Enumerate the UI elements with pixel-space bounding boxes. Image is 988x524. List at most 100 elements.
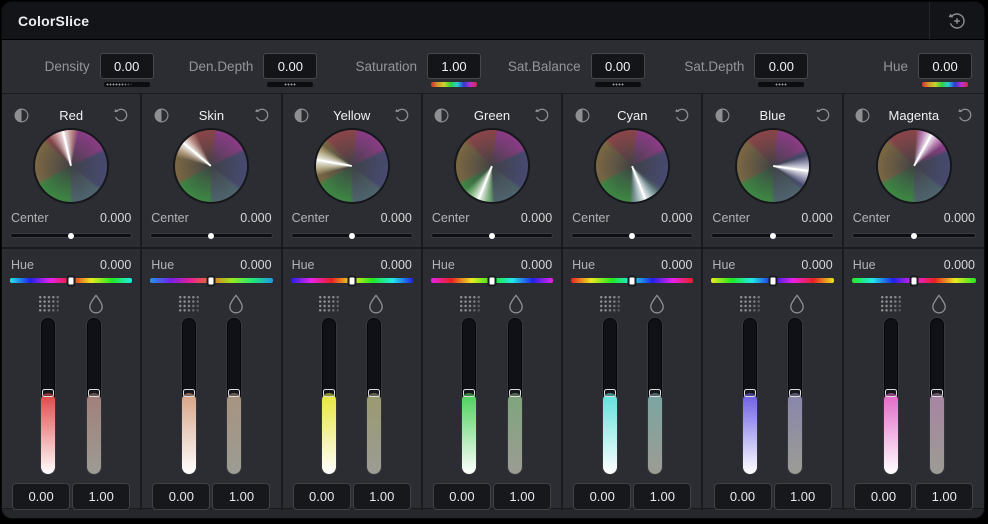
saturation-slider-handle[interactable] <box>88 389 100 397</box>
density-slider-handle[interactable] <box>463 389 475 397</box>
density-value-field[interactable]: 0.00 <box>12 483 70 510</box>
density-slider[interactable] <box>322 318 336 474</box>
hue-wheel[interactable] <box>878 130 950 202</box>
density-value-field[interactable]: 0.00 <box>573 483 631 510</box>
global-value-field[interactable]: 0.00 <box>918 53 972 79</box>
density-slider-handle[interactable] <box>42 389 54 397</box>
center-value[interactable]: 0.000 <box>661 211 692 225</box>
hue-slider-handle[interactable] <box>770 277 775 284</box>
hue-slider-handle[interactable] <box>489 277 494 284</box>
saturation-slider-handle[interactable] <box>228 389 240 397</box>
saturation-value-field[interactable]: 1.00 <box>72 483 130 510</box>
hue-slider[interactable] <box>150 278 272 283</box>
hue-value[interactable]: 0.000 <box>521 258 552 272</box>
hue-wheel[interactable] <box>456 130 528 202</box>
density-value-field[interactable]: 0.00 <box>714 483 772 510</box>
hue-slider[interactable] <box>711 278 833 283</box>
saturation-slider-handle[interactable] <box>789 389 801 397</box>
density-slider[interactable] <box>884 318 898 474</box>
hue-wheel[interactable] <box>596 130 668 202</box>
hue-slider[interactable] <box>10 278 132 283</box>
density-slider-handle[interactable] <box>604 389 616 397</box>
slice-reset-button[interactable] <box>391 104 413 126</box>
global-value-field[interactable]: 0.00 <box>263 53 317 79</box>
saturation-slider-handle[interactable] <box>509 389 521 397</box>
saturation-slider[interactable] <box>788 318 802 474</box>
hue-wheel[interactable] <box>316 130 388 202</box>
slice-reset-button[interactable] <box>531 104 553 126</box>
center-value[interactable]: 0.000 <box>801 211 832 225</box>
center-value[interactable]: 0.000 <box>521 211 552 225</box>
center-slider-handle[interactable] <box>911 233 917 239</box>
global-mini-slider[interactable] <box>267 82 313 87</box>
global-mini-slider[interactable] <box>431 82 477 87</box>
hue-slider[interactable] <box>431 278 553 283</box>
center-slider-handle[interactable] <box>349 233 355 239</box>
center-slider[interactable] <box>150 233 272 238</box>
saturation-slider[interactable] <box>508 318 522 474</box>
slice-reset-button[interactable] <box>954 104 976 126</box>
density-value-field[interactable]: 0.00 <box>293 483 351 510</box>
density-slider[interactable] <box>603 318 617 474</box>
density-slider-handle[interactable] <box>323 389 335 397</box>
center-slider[interactable] <box>10 233 132 238</box>
hue-slider-handle[interactable] <box>630 277 635 284</box>
reset-all-button[interactable] <box>930 2 984 39</box>
bypass-button[interactable] <box>852 104 874 126</box>
center-slider-handle[interactable] <box>770 233 776 239</box>
saturation-slider[interactable] <box>87 318 101 474</box>
saturation-value-field[interactable]: 1.00 <box>493 483 551 510</box>
center-value[interactable]: 0.000 <box>240 211 271 225</box>
density-slider-handle[interactable] <box>885 389 897 397</box>
bypass-button[interactable] <box>431 104 453 126</box>
density-value-field[interactable]: 0.00 <box>854 483 912 510</box>
saturation-value-field[interactable]: 1.00 <box>212 483 270 510</box>
density-slider-handle[interactable] <box>744 389 756 397</box>
center-value[interactable]: 0.000 <box>100 211 131 225</box>
hue-wheel[interactable] <box>35 130 107 202</box>
saturation-slider[interactable] <box>648 318 662 474</box>
center-slider-handle[interactable] <box>629 233 635 239</box>
saturation-slider-handle[interactable] <box>649 389 661 397</box>
global-mini-slider[interactable] <box>758 82 804 87</box>
saturation-value-field[interactable]: 1.00 <box>633 483 691 510</box>
global-mini-slider[interactable] <box>104 82 150 87</box>
hue-value[interactable]: 0.000 <box>381 258 412 272</box>
hue-value[interactable]: 0.000 <box>100 258 131 272</box>
global-mini-slider[interactable] <box>922 82 968 87</box>
saturation-slider[interactable] <box>367 318 381 474</box>
bypass-button[interactable] <box>291 104 313 126</box>
center-slider[interactable] <box>852 233 976 238</box>
hue-value[interactable]: 0.000 <box>240 258 271 272</box>
density-slider-handle[interactable] <box>183 389 195 397</box>
center-slider-handle[interactable] <box>489 233 495 239</box>
slice-reset-button[interactable] <box>671 104 693 126</box>
hue-value[interactable]: 0.000 <box>661 258 692 272</box>
global-mini-slider[interactable] <box>595 82 641 87</box>
saturation-slider-handle[interactable] <box>368 389 380 397</box>
hue-wheel[interactable] <box>175 130 247 202</box>
center-value[interactable]: 0.000 <box>381 211 412 225</box>
saturation-slider-handle[interactable] <box>931 389 943 397</box>
center-slider[interactable] <box>711 233 833 238</box>
density-slider[interactable] <box>182 318 196 474</box>
global-value-field[interactable]: 0.00 <box>100 53 154 79</box>
center-slider-handle[interactable] <box>208 233 214 239</box>
saturation-value-field[interactable]: 1.00 <box>774 483 832 510</box>
hue-slider[interactable] <box>291 278 413 283</box>
density-slider[interactable] <box>41 318 55 474</box>
global-value-field[interactable]: 1.00 <box>427 53 481 79</box>
density-slider[interactable] <box>462 318 476 474</box>
slice-reset-button[interactable] <box>110 104 132 126</box>
center-slider[interactable] <box>571 233 693 238</box>
hue-slider-handle[interactable] <box>349 277 354 284</box>
bypass-button[interactable] <box>10 104 32 126</box>
hue-value[interactable]: 0.000 <box>944 258 975 272</box>
center-value[interactable]: 0.000 <box>944 211 975 225</box>
hue-slider-handle[interactable] <box>209 277 214 284</box>
density-value-field[interactable]: 0.00 <box>433 483 491 510</box>
slice-reset-button[interactable] <box>812 104 834 126</box>
hue-slider-handle[interactable] <box>911 277 916 284</box>
hue-slider[interactable] <box>571 278 693 283</box>
bypass-button[interactable] <box>711 104 733 126</box>
